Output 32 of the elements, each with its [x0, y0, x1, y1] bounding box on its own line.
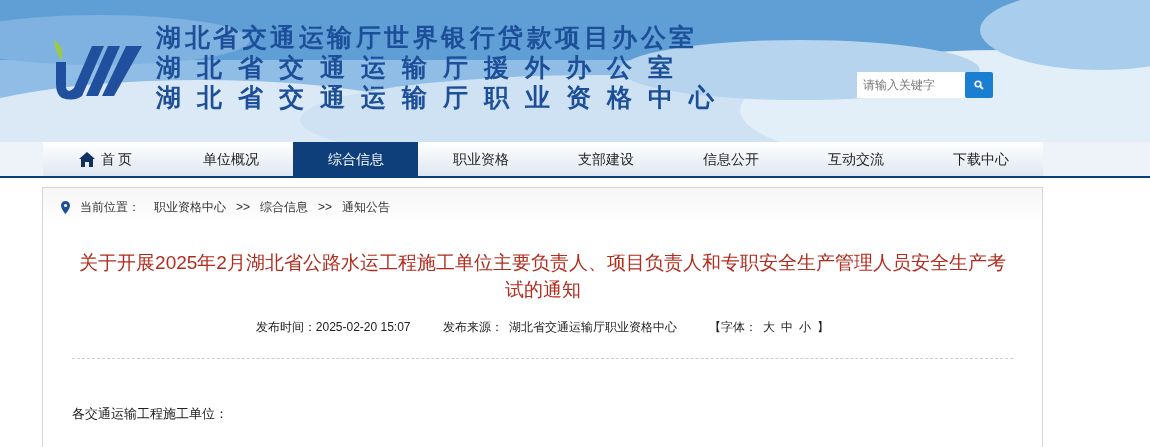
office-title: 湖北省交通运输厅援外办公室: [156, 52, 690, 82]
nav-tab[interactable]: 首 页: [43, 142, 168, 176]
breadcrumb-separator: >>: [236, 199, 250, 216]
home-icon: [78, 151, 95, 167]
font-size-bracket: 】: [817, 319, 830, 336]
nav-tab[interactable]: 互动交流: [793, 142, 918, 176]
logo-icon: [52, 40, 144, 102]
font-size-link[interactable]: 中: [781, 318, 794, 336]
nav-tab[interactable]: 职业资格: [418, 142, 543, 176]
breadcrumb-link[interactable]: 综合信息: [260, 198, 308, 216]
location-pin-icon: [61, 200, 70, 214]
breadcrumb-link[interactable]: 通知公告: [342, 198, 391, 216]
nav-tab[interactable]: 信息公开: [668, 142, 793, 176]
article-paragraph: 各交通运输工程施工单位：: [72, 405, 229, 423]
office-title: 湖北省交通运输厅职业资格中心: [156, 82, 730, 112]
office-title: 湖北省交通运输厅世界银行贷款项目办公室: [156, 22, 699, 52]
nav-tab[interactable]: 支部建设: [543, 142, 668, 176]
search-icon: [974, 80, 984, 90]
article-title: 关于开展2025年2月湖北省公路水运工程施工单位主要负责人、项目负责人和专职安全生产管理人员安全生产考试的通知: [78, 251, 1007, 302]
publish-source: 发布来源： 湖北省交通运输厅职业资格中心: [442, 319, 678, 336]
breadcrumb-link[interactable]: 职业资格中心: [154, 198, 226, 216]
font-size-label: 【字体：: [709, 319, 758, 336]
nav-tab[interactable]: 单位概况: [168, 142, 293, 176]
font-size-link[interactable]: 大: [763, 318, 776, 336]
search-field[interactable]: 请输入关键字: [857, 72, 965, 98]
font-size-link[interactable]: 小: [799, 318, 812, 336]
breadcrumb-separator: >>: [318, 199, 333, 216]
breadcrumb-label: 当前位置：: [80, 199, 140, 216]
search-button[interactable]: [965, 72, 993, 98]
nav-tab[interactable]: 综合信息: [293, 142, 418, 176]
publish-date: 发布时间：2025-02-20 15:07: [255, 319, 411, 336]
nav-tab[interactable]: 下载中心: [918, 142, 1043, 176]
